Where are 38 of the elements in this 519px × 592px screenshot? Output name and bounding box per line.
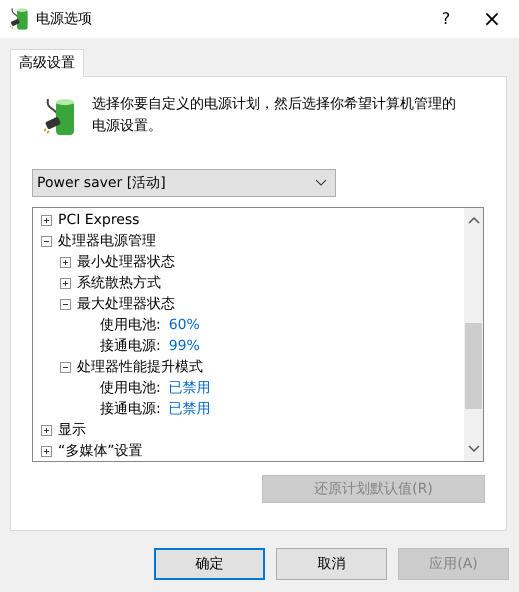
dialog-button[interactable]: 取消 <box>276 548 387 580</box>
tree-item[interactable]: 系统散热方式 <box>77 273 161 294</box>
tree-item[interactable]: 最小处理器状态 <box>77 252 175 274</box>
power-plug-icon <box>10 6 30 32</box>
scrollbar[interactable] <box>464 208 483 462</box>
close-button[interactable]: × <box>469 0 515 38</box>
collapse-icon[interactable] <box>60 362 71 374</box>
collapse-icon[interactable] <box>41 236 52 248</box>
setting-label: 使用电池: <box>100 316 161 336</box>
tree-item[interactable]: 显示 <box>58 420 86 442</box>
scroll-down-icon[interactable] <box>468 445 480 454</box>
description-text: 选择你要自定义的电源计划，然后选择你希望计算机管理的电源设置。 <box>92 95 457 136</box>
window-title: 电源选项 <box>36 10 92 28</box>
help-button[interactable]: ? <box>423 0 469 38</box>
scroll-thumb[interactable] <box>465 323 482 410</box>
expand-icon[interactable] <box>41 425 52 436</box>
collapse-icon[interactable] <box>60 299 71 310</box>
setting-value[interactable]: 已禁用 <box>168 378 211 400</box>
chevron-down-icon <box>315 179 327 188</box>
tree-item[interactable]: “多媒体”设置 <box>58 441 143 462</box>
expand-icon[interactable] <box>41 446 52 458</box>
expand-icon[interactable] <box>41 215 52 226</box>
setting-label: 接通电源: <box>100 337 161 356</box>
expand-icon[interactable] <box>60 278 71 290</box>
setting-label: 使用电池: <box>100 379 161 398</box>
tree-item[interactable]: PCI Express <box>58 210 140 232</box>
setting-value[interactable]: 99% <box>168 336 200 358</box>
setting-value[interactable]: 60% <box>168 315 200 336</box>
dialog-button[interactable]: 确定 <box>154 548 265 580</box>
plan-dropdown[interactable]: Power saver [活动] <box>32 169 336 198</box>
tab[interactable]: 高级设置 <box>10 49 84 77</box>
setting-value[interactable]: 已禁用 <box>168 399 211 420</box>
setting-label: 接通电源: <box>100 400 161 420</box>
tree-item[interactable]: 处理器电源管理 <box>58 231 156 252</box>
scroll-up-icon[interactable] <box>468 216 480 224</box>
tree-item[interactable]: 处理器性能提升模式 <box>77 357 203 378</box>
expand-icon[interactable] <box>60 257 71 268</box>
tree-item[interactable]: 最大处理器状态 <box>77 294 175 316</box>
